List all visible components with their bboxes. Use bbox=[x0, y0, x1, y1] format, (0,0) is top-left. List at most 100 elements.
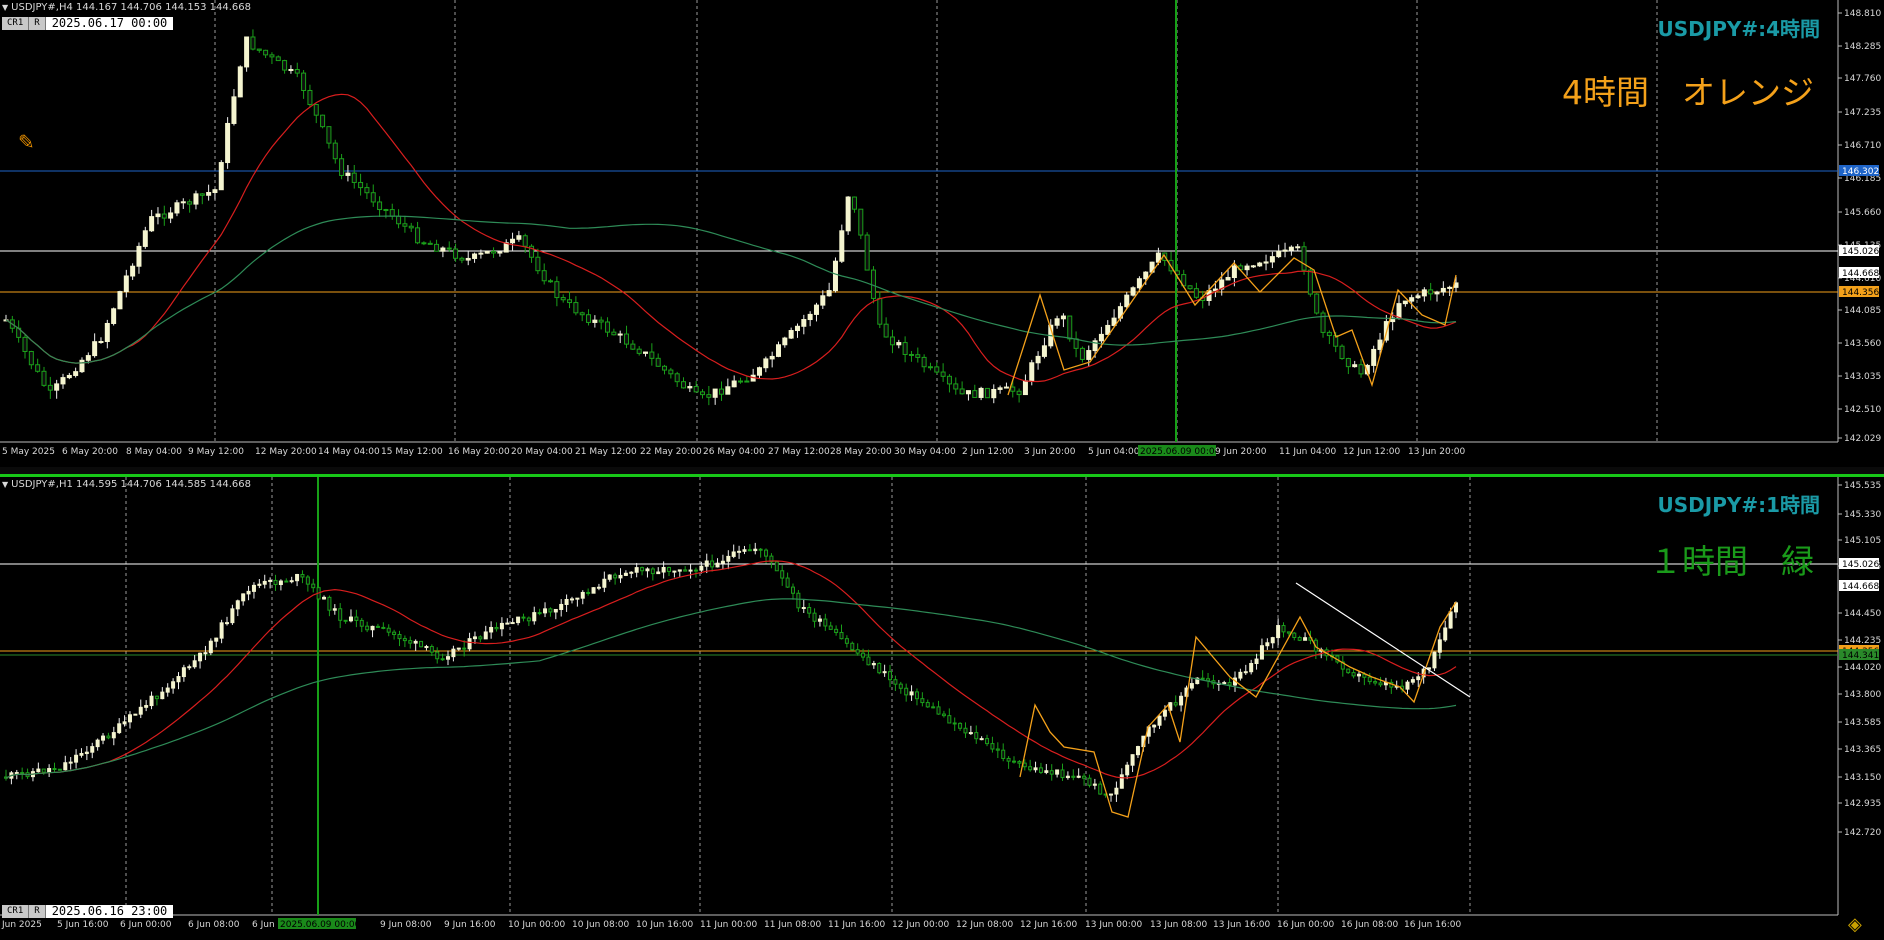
candle-body bbox=[256, 48, 262, 51]
candle-body bbox=[630, 343, 636, 350]
candle-body bbox=[1187, 285, 1193, 290]
trendline-tool-icon[interactable]: ✎ bbox=[18, 130, 35, 154]
candle-body bbox=[753, 548, 758, 552]
collapse-arrow-icon[interactable]: ▼ bbox=[2, 480, 8, 489]
candle-body bbox=[63, 762, 68, 771]
cr1-button[interactable]: CR1 bbox=[2, 16, 30, 30]
candle-body bbox=[396, 215, 402, 225]
candle-body bbox=[991, 388, 997, 399]
candle-body bbox=[844, 638, 849, 644]
candle-body bbox=[1105, 324, 1111, 335]
price-tick-label: 148.810 bbox=[1844, 9, 1881, 19]
candle-body bbox=[763, 358, 769, 369]
candle-body bbox=[14, 772, 19, 775]
candle-body bbox=[826, 290, 832, 297]
candle-body bbox=[1225, 277, 1231, 281]
price-tick-label: 146.710 bbox=[1844, 141, 1881, 151]
candle-body bbox=[1033, 767, 1038, 771]
candle-body bbox=[573, 302, 579, 314]
candle-body bbox=[446, 247, 452, 250]
candle-body bbox=[535, 256, 541, 272]
candle-body bbox=[596, 586, 601, 589]
candle-body bbox=[1301, 246, 1307, 271]
candle-body bbox=[719, 388, 725, 395]
candle-body bbox=[580, 591, 585, 599]
time-tick-label: 13 Jun 00:00 bbox=[1085, 920, 1142, 930]
candle-body bbox=[726, 555, 731, 562]
candle-body bbox=[251, 584, 256, 592]
candle-body bbox=[908, 353, 914, 356]
h1-chart-pane[interactable]: 145.535145.330145.105144.885144.450144.2… bbox=[0, 474, 1884, 940]
candle-body bbox=[1447, 286, 1453, 289]
candle-body bbox=[142, 230, 148, 247]
candle-body bbox=[338, 608, 343, 621]
candle-body bbox=[138, 706, 143, 715]
candle-body bbox=[1409, 297, 1415, 302]
candle-body bbox=[231, 96, 237, 124]
price-tick-label: 143.365 bbox=[1844, 745, 1881, 755]
candle-body bbox=[541, 270, 547, 282]
candle-body bbox=[219, 622, 224, 639]
h1-crosshair-time: 2025.06.16 23:00 bbox=[45, 904, 174, 918]
time-tick-label: 26 May 04:00 bbox=[703, 447, 765, 457]
candle-body bbox=[655, 357, 661, 367]
candle-body bbox=[662, 365, 668, 371]
h1-chart-canvas[interactable]: 145.535145.330145.105144.885144.450144.2… bbox=[0, 477, 1884, 937]
candle-body bbox=[435, 651, 440, 660]
candle-body bbox=[934, 366, 940, 373]
candle-body bbox=[345, 172, 351, 176]
time-tick-label: 13 Jun 16:00 bbox=[1213, 920, 1270, 930]
candle-body bbox=[348, 616, 353, 622]
time-tick-label: 11 Jun 16:00 bbox=[828, 920, 885, 930]
candle-body bbox=[111, 732, 116, 739]
candle-body bbox=[851, 196, 857, 210]
time-tick-label: 6 Jun 00:00 bbox=[120, 920, 172, 930]
ma-fast-line bbox=[5, 93, 1457, 383]
candle-body bbox=[864, 234, 870, 271]
candle-body bbox=[462, 647, 467, 650]
candle-body bbox=[440, 658, 445, 661]
candle-body bbox=[1065, 775, 1070, 779]
ma-slow-line bbox=[5, 215, 1457, 364]
r-button[interactable]: R bbox=[29, 16, 46, 30]
candle-body bbox=[958, 722, 963, 729]
candle-body bbox=[288, 68, 294, 71]
candle-body bbox=[278, 580, 283, 586]
candle-body bbox=[230, 608, 235, 624]
candle-body bbox=[1307, 269, 1313, 295]
candle-body bbox=[427, 242, 433, 245]
candle-body bbox=[161, 213, 167, 219]
candle-body bbox=[1244, 265, 1250, 271]
candle-body bbox=[273, 579, 278, 586]
candle-body bbox=[990, 743, 995, 750]
candle-body bbox=[832, 260, 838, 292]
collapse-arrow-icon[interactable]: ▼ bbox=[2, 3, 8, 12]
candle-body bbox=[413, 640, 418, 644]
candle-body bbox=[1352, 364, 1358, 368]
time-tick-label: 30 May 04:00 bbox=[894, 447, 956, 457]
r-button[interactable]: R bbox=[29, 904, 46, 918]
candle-body bbox=[995, 748, 1000, 751]
h4-chart-pane[interactable]: 148.810 148.285 147.760 147.235 146.710 146.1… bbox=[0, 0, 1884, 469]
candle-body bbox=[649, 351, 655, 359]
candle-body bbox=[1227, 682, 1232, 686]
candle-body bbox=[187, 201, 193, 205]
candle-body bbox=[861, 652, 866, 658]
candle-body bbox=[160, 691, 165, 700]
candle-body bbox=[465, 257, 471, 261]
candle-body bbox=[667, 567, 672, 572]
time-tick-label: 5 May 2025 bbox=[2, 447, 55, 457]
candle-body bbox=[796, 592, 801, 609]
candle-body bbox=[681, 381, 687, 389]
candle-body bbox=[320, 114, 326, 128]
candle-body bbox=[780, 570, 785, 579]
candle-body bbox=[57, 768, 62, 771]
candle-body bbox=[828, 625, 833, 630]
candle-body bbox=[28, 350, 34, 366]
candle-body bbox=[424, 646, 429, 649]
cr1-button[interactable]: CR1 bbox=[2, 904, 30, 918]
candle-body bbox=[208, 640, 213, 654]
candle-body bbox=[1276, 625, 1281, 639]
candle-body bbox=[1003, 386, 1009, 389]
candle-body bbox=[497, 251, 503, 254]
